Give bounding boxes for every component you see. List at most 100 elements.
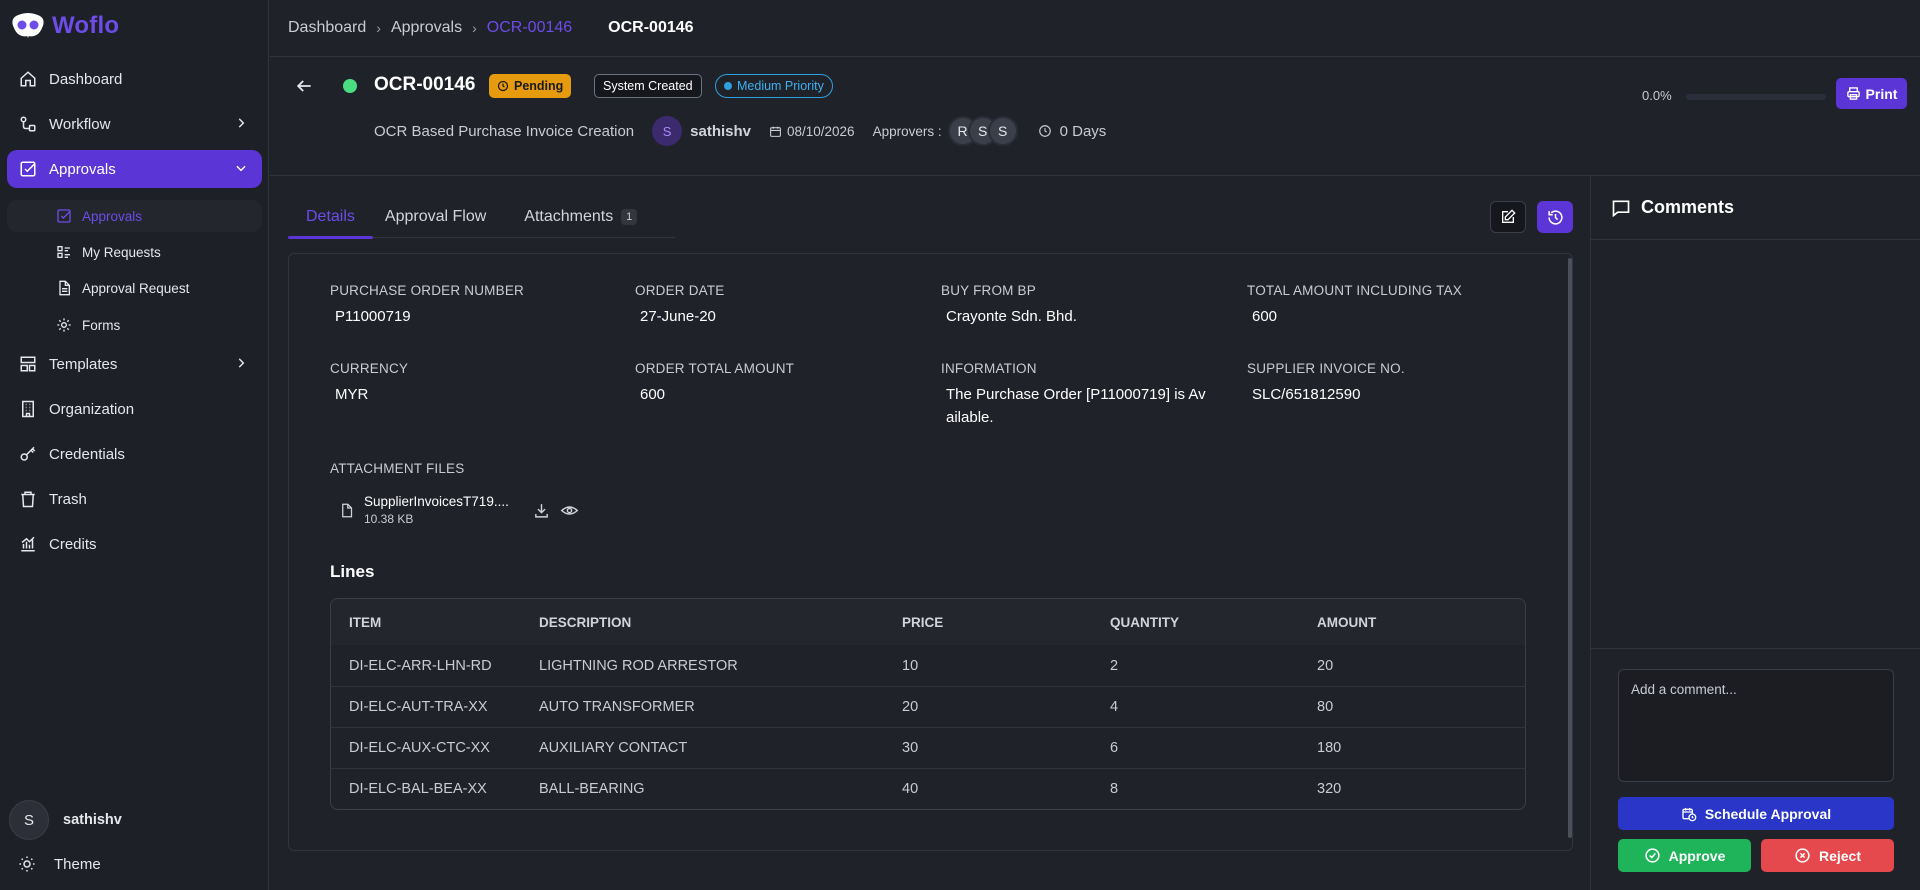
calendar-clock-icon <box>1682 807 1697 821</box>
status-badge-label: Pending <box>514 79 564 93</box>
sidebar-subitem-approvals[interactable]: Approvals <box>7 200 262 232</box>
sidebar-subitem-forms[interactable]: Forms <box>7 309 262 341</box>
file-name: SupplierInvoicesT719.... <box>364 494 509 509</box>
sidebar-item-organization[interactable]: Organization <box>7 390 262 428</box>
table-cell: 8 <box>1110 781 1119 797</box>
table-cell: DI-ELC-ARR-LHN-RD <box>349 657 492 674</box>
comments-footer: Schedule Approval Approve Reject <box>1591 648 1920 890</box>
field-value: P11000719 <box>335 308 411 325</box>
breadcrumb-approvals[interactable]: Approvals <box>391 19 462 37</box>
sidebar-item-label: Credentials <box>49 445 125 463</box>
clock-icon <box>1038 125 1051 137</box>
trash-icon <box>21 491 35 508</box>
app-name: Woflo <box>52 12 120 39</box>
sidebar-item-credentials[interactable]: Credentials <box>7 435 262 473</box>
scrollbar[interactable] <box>1568 258 1572 838</box>
field-purchase-order-number: PURCHASE ORDER NUMBER P11000719 <box>330 283 620 328</box>
document-icon <box>59 280 70 296</box>
sun-icon <box>19 856 35 872</box>
tab-approval-flow[interactable]: Approval Flow <box>373 196 504 238</box>
field-supplier-invoice-no: SUPPLIER INVOICE NO. SLC/651812590 <box>1247 361 1537 406</box>
tab-details[interactable]: Details <box>288 196 373 239</box>
field-value: 27-June-20 <box>640 308 716 325</box>
app-logo[interactable]: Woflo <box>10 12 119 40</box>
comment-icon <box>1612 200 1630 217</box>
sidebar-item-label: Credits <box>49 535 97 553</box>
progress-percent: 0.0% <box>1642 88 1672 103</box>
table-cell: BALL-BEARING <box>539 781 645 797</box>
field-currency: CURRENCY MYR <box>330 361 620 406</box>
file-size: 10.38 KB <box>364 512 414 526</box>
column-header-quantity: QUANTITY <box>1110 614 1179 630</box>
breadcrumb: Dashboard › Approvals › OCR-00146 OCR-00… <box>270 0 1920 57</box>
table-cell: 20 <box>902 699 919 715</box>
theme-toggle[interactable]: Theme <box>18 855 101 873</box>
approve-button[interactable]: Approve <box>1618 839 1751 872</box>
creator-avatar: S <box>652 116 683 146</box>
sidebar-item-trash[interactable]: Trash <box>7 480 262 518</box>
field-label: PURCHASE ORDER NUMBER <box>330 283 524 298</box>
table-cell: 6 <box>1110 740 1119 756</box>
user-profile[interactable]: S sathishv <box>9 800 122 840</box>
table-row: DI-ELC-ARR-LHN-RD LIGHTNING ROD ARRESTOR… <box>331 645 1525 686</box>
comment-input[interactable] <box>1618 669 1894 782</box>
sidebar-item-templates[interactable]: Templates <box>7 345 262 383</box>
edit-icon <box>1502 209 1516 223</box>
column-header-description: DESCRIPTION <box>539 614 632 630</box>
workflow-name: OCR Based Purchase Invoice Creation <box>374 122 635 140</box>
reject-label: Reject <box>1818 847 1862 864</box>
arrow-left-icon <box>296 80 311 92</box>
download-icon[interactable] <box>533 502 550 519</box>
print-button[interactable]: Print <box>1836 78 1907 109</box>
sidebar-subitem-approval-request[interactable]: Approval Request <box>7 272 262 304</box>
sidebar-item-credits[interactable]: Credits <box>7 525 262 563</box>
table-cell: DI-ELC-AUT-TRA-XX <box>349 699 488 715</box>
table-cell: 40 <box>902 781 919 797</box>
tab-attachments[interactable]: Attachments 1 <box>504 196 655 238</box>
eye-icon[interactable] <box>560 502 579 519</box>
woflo-logo-icon <box>12 13 44 38</box>
table-cell: 80 <box>1317 699 1334 715</box>
chevron-right-icon <box>238 358 245 368</box>
sidebar-item-dashboard[interactable]: Dashboard <box>7 60 262 98</box>
source-badge: System Created <box>594 74 702 98</box>
table-cell: 20 <box>1317 657 1334 674</box>
comments-panel: Comments Schedule Approval Approve Rejec… <box>1590 176 1920 890</box>
detail-tabs: Details Approval Flow Attachments 1 <box>288 196 675 239</box>
approval-check-icon <box>20 161 36 177</box>
back-button[interactable] <box>294 76 314 96</box>
sidebar-item-workflow[interactable]: Workflow <box>7 105 262 143</box>
history-icon <box>1547 209 1563 225</box>
column-header-amount: AMOUNT <box>1317 614 1377 630</box>
sidebar-subitem-my-requests[interactable]: My Requests <box>7 236 262 268</box>
edit-button[interactable] <box>1490 201 1526 233</box>
file-info: SupplierInvoicesT719.... 10.38 KB <box>364 494 509 526</box>
schedule-approval-button[interactable]: Schedule Approval <box>1618 797 1894 830</box>
table-row: DI-ELC-AUX-CTC-XX AUXILIARY CONTACT 30 6… <box>331 727 1525 768</box>
request-date: 08/10/2026 <box>787 123 855 139</box>
approver-avatar[interactable]: S <box>987 116 1018 146</box>
user-name: sathishv <box>63 812 122 828</box>
gear-icon <box>57 318 71 332</box>
breadcrumb-dashboard[interactable]: Dashboard <box>288 19 366 37</box>
sidebar-subitem-label: Approval Request <box>82 280 190 296</box>
history-button[interactable] <box>1537 201 1573 233</box>
breadcrumb-current: OCR-00146 <box>486 19 573 36</box>
field-total-amount-including-tax: TOTAL AMOUNT INCLUDING TAX 600 <box>1247 283 1537 328</box>
status-dot <box>343 79 357 93</box>
reject-button[interactable]: Reject <box>1761 839 1894 872</box>
table-cell: 2 <box>1110 657 1119 674</box>
sidebar-item-approvals[interactable]: Approvals <box>7 150 262 188</box>
duration: 0 Days <box>1059 122 1107 140</box>
sidebar: Woflo Dashboard Workflow Approvals Appro… <box>0 0 269 890</box>
field-value: 600 <box>1252 308 1278 325</box>
chart-icon <box>21 536 35 552</box>
file-icon <box>342 503 353 517</box>
printer-icon <box>1846 87 1860 100</box>
schedule-approval-label: Schedule Approval <box>1704 805 1832 822</box>
table-header: ITEM DESCRIPTION PRICE QUANTITY AMOUNT <box>331 599 1525 645</box>
column-header-price: PRICE <box>902 614 944 630</box>
home-icon <box>20 71 36 87</box>
chevron-right-icon <box>238 118 245 128</box>
lines-table: ITEM DESCRIPTION PRICE QUANTITY AMOUNT D… <box>330 598 1526 810</box>
